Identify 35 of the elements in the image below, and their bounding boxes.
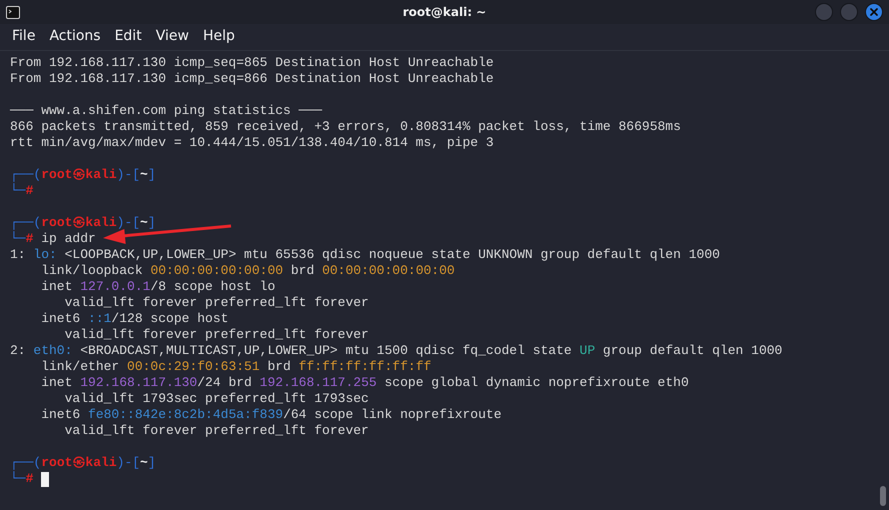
menu-item[interactable]: Actions <box>43 26 107 46</box>
terminal-line: valid_lft 1793sec preferred_lft 1793sec <box>64 391 369 407</box>
terminal-line: ┌──(root㉿kali)-[~] <box>10 455 156 471</box>
minimize-button[interactable] <box>815 3 833 21</box>
terminal-line: └─# <box>10 183 34 199</box>
close-icon <box>868 6 880 18</box>
terminal-line: valid_lft forever preferred_lft forever <box>64 327 369 343</box>
terminal-line: ┌──(root㉿kali)-[~] <box>10 215 156 231</box>
menu-item[interactable]: Help <box>196 26 241 46</box>
terminal-line: ┌──(root㉿kali)-[~] <box>10 167 156 183</box>
terminal-line: 2: eth0: <BROADCAST,MULTICAST,UP,LOWER_UP> mtu 1500 qdisc fq_codel state UP group default qlen 1000 <box>10 343 782 359</box>
close-button[interactable] <box>865 3 883 21</box>
terminal-line: └─# <box>10 471 34 487</box>
terminal-line: valid_lft forever preferred_lft forever <box>64 423 369 439</box>
terminal-line: └─# ip addr <box>10 231 96 247</box>
terminal-line: link/ether 00:0c:29:f0:63:51 brd ff:ff:ff:ff:ff:ff <box>40 359 432 375</box>
menu-item[interactable]: File <box>6 26 42 46</box>
menu-item[interactable]: View <box>150 26 195 46</box>
maximize-button[interactable] <box>840 3 858 21</box>
terminal-line: From 192.168.117.130 icmp_seq=865 Destination Host Unreachable <box>10 55 494 71</box>
window-title: root@kali: ~ <box>402 5 486 19</box>
terminal-line: ─── www.a.shifen.com ping statistics ─── <box>10 103 322 119</box>
terminal-line: inet 127.0.0.1/8 scope host lo <box>40 279 276 295</box>
terminal-line: From 192.168.117.130 icmp_seq=866 Destination Host Unreachable <box>10 71 494 87</box>
scrollbar-thumb[interactable] <box>880 486 886 506</box>
terminal-line: link/loopback 00:00:00:00:00:00 brd 00:00:00:00:00:00 <box>40 263 455 279</box>
terminal-icon <box>6 6 20 18</box>
terminal-line: 1: lo: <LOOPBACK,UP,LOWER_UP> mtu 65536 qdisc noqueue state UNKNOWN group default qlen 1000 <box>10 247 720 263</box>
terminal-line: inet6 fe80::842e:8c2b:4d5a:f839/64 scope link noprefixroute <box>40 407 502 423</box>
menu-item[interactable]: Edit <box>108 26 148 46</box>
terminal-line: rtt min/avg/max/mdev = 10.444/15.051/138.404/10.814 ms, pipe 3 <box>10 135 494 151</box>
terminal-line: 866 packets transmitted, 859 received, +3 errors, 0.808314% packet loss, time 866958ms <box>10 119 681 135</box>
terminal-line: inet6 ::1/128 scope host <box>40 311 228 327</box>
terminal-line: valid_lft forever preferred_lft forever <box>64 295 369 311</box>
terminal-line: inet 192.168.117.130/24 brd 192.168.117.255 scope global dynamic noprefixroute eth0 <box>40 375 689 391</box>
